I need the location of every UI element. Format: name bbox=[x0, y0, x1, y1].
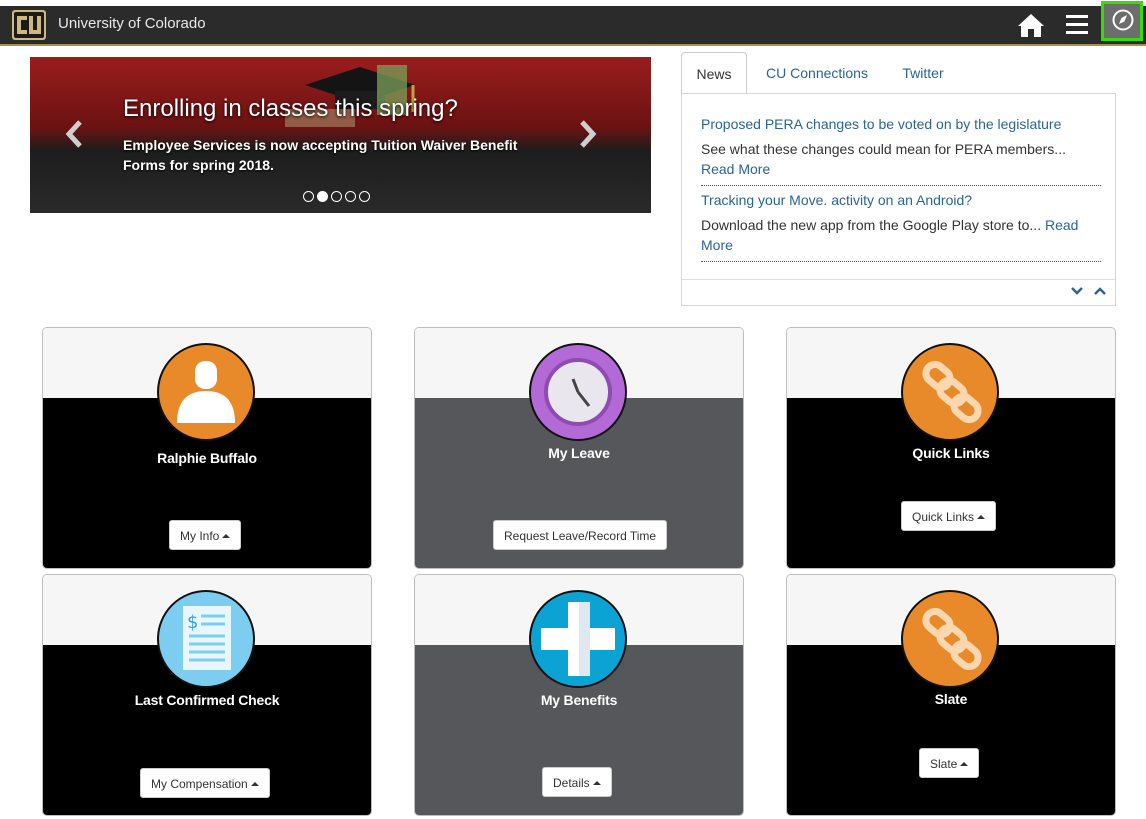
clock-icon bbox=[529, 343, 627, 441]
carousel-next-icon[interactable] bbox=[576, 119, 598, 149]
caret-up-icon bbox=[250, 782, 259, 786]
carousel-prev-icon[interactable] bbox=[64, 119, 86, 149]
paycheck-icon: $ bbox=[157, 590, 255, 688]
request-leave-button[interactable]: Request Leave/Record Time bbox=[493, 520, 668, 550]
compass-icon bbox=[1112, 9, 1134, 31]
news-headline[interactable]: Proposed PERA changes to be voted on by … bbox=[701, 114, 1101, 134]
my-info-button[interactable]: My Info bbox=[169, 520, 242, 550]
caret-up-icon bbox=[960, 762, 969, 766]
news-headline[interactable]: Tracking your Move. activity on an Andro… bbox=[701, 190, 1101, 210]
card-profile: Ralphie Buffalo My Info bbox=[42, 327, 372, 569]
top-header: University of Colorado bbox=[0, 1, 1146, 46]
card-label: My Leave bbox=[548, 445, 610, 461]
news-summary: See what these changes could mean for PE… bbox=[701, 141, 1066, 157]
news-divider bbox=[701, 261, 1101, 262]
svg-text:$: $ bbox=[187, 612, 198, 633]
card-slate: Slate Slate bbox=[786, 574, 1116, 816]
tab-cu-connections[interactable]: CU Connections bbox=[753, 52, 881, 94]
slate-button[interactable]: Slate bbox=[919, 748, 980, 778]
details-button[interactable]: Details bbox=[542, 767, 612, 797]
news-footer bbox=[682, 279, 1115, 280]
carousel-indicators bbox=[303, 191, 370, 205]
news-divider bbox=[701, 185, 1101, 186]
card-label: Slate bbox=[934, 691, 968, 707]
tab-news[interactable]: News bbox=[681, 52, 747, 94]
carousel-dot[interactable] bbox=[345, 191, 356, 202]
carousel-text: Employee Services is now accepting Tuiti… bbox=[123, 137, 518, 173]
medical-cross-icon bbox=[529, 590, 627, 688]
carousel-dot[interactable] bbox=[359, 191, 370, 202]
card-label: Last Confirmed Check bbox=[134, 692, 280, 708]
brand-name[interactable]: University of Colorado bbox=[58, 15, 206, 32]
read-more-link[interactable]: Read bbox=[1045, 217, 1078, 233]
compass-button[interactable] bbox=[1101, 1, 1143, 41]
tab-twitter[interactable]: Twitter bbox=[893, 52, 953, 94]
carousel-dot[interactable] bbox=[331, 191, 342, 202]
user-icon bbox=[157, 343, 255, 441]
card-label: Ralphie Buffalo bbox=[157, 450, 257, 466]
caret-up-icon bbox=[977, 515, 986, 519]
news-carousel: Enrolling in classes this spring? Employ… bbox=[30, 57, 651, 213]
card-quick-links: Quick Links Quick Links bbox=[786, 327, 1116, 569]
chevron-up-icon[interactable] bbox=[1093, 284, 1107, 298]
card-leave: My Leave Request Leave/Record Time bbox=[414, 327, 744, 569]
news-panel: Proposed PERA changes to be voted on by … bbox=[681, 93, 1116, 306]
news-item: Proposed PERA changes to be voted on by … bbox=[701, 114, 1101, 179]
cu-logo[interactable] bbox=[12, 10, 46, 40]
card-paycheck: $ Last Confirmed Check My Compensation bbox=[42, 574, 372, 816]
read-more-link-continued[interactable]: More bbox=[701, 235, 1101, 255]
carousel-dot[interactable] bbox=[303, 191, 314, 202]
quick-links-button[interactable]: Quick Links bbox=[901, 501, 997, 531]
card-label: My Benefits bbox=[540, 692, 618, 708]
news-item: Tracking your Move. activity on an Andro… bbox=[701, 190, 1101, 255]
caret-up-icon bbox=[592, 781, 601, 785]
link-icon bbox=[901, 590, 999, 688]
link-icon bbox=[901, 343, 999, 441]
carousel-dot-active[interactable] bbox=[317, 191, 328, 202]
hamburger-menu-icon[interactable] bbox=[1066, 15, 1088, 35]
carousel-title: Enrolling in classes this spring? bbox=[123, 95, 458, 122]
news-summary: Download the new app from the Google Pla… bbox=[701, 217, 1042, 233]
my-compensation-button[interactable]: My Compensation bbox=[140, 768, 270, 798]
news-tabs: News CU Connections Twitter bbox=[681, 52, 1116, 94]
card-benefits: My Benefits Details bbox=[414, 574, 744, 816]
chevron-down-icon[interactable] bbox=[1070, 284, 1084, 298]
home-icon[interactable] bbox=[1017, 12, 1045, 38]
read-more-link[interactable]: Read More bbox=[701, 159, 1101, 179]
card-label: Quick Links bbox=[912, 445, 990, 461]
caret-up-icon bbox=[222, 534, 231, 538]
